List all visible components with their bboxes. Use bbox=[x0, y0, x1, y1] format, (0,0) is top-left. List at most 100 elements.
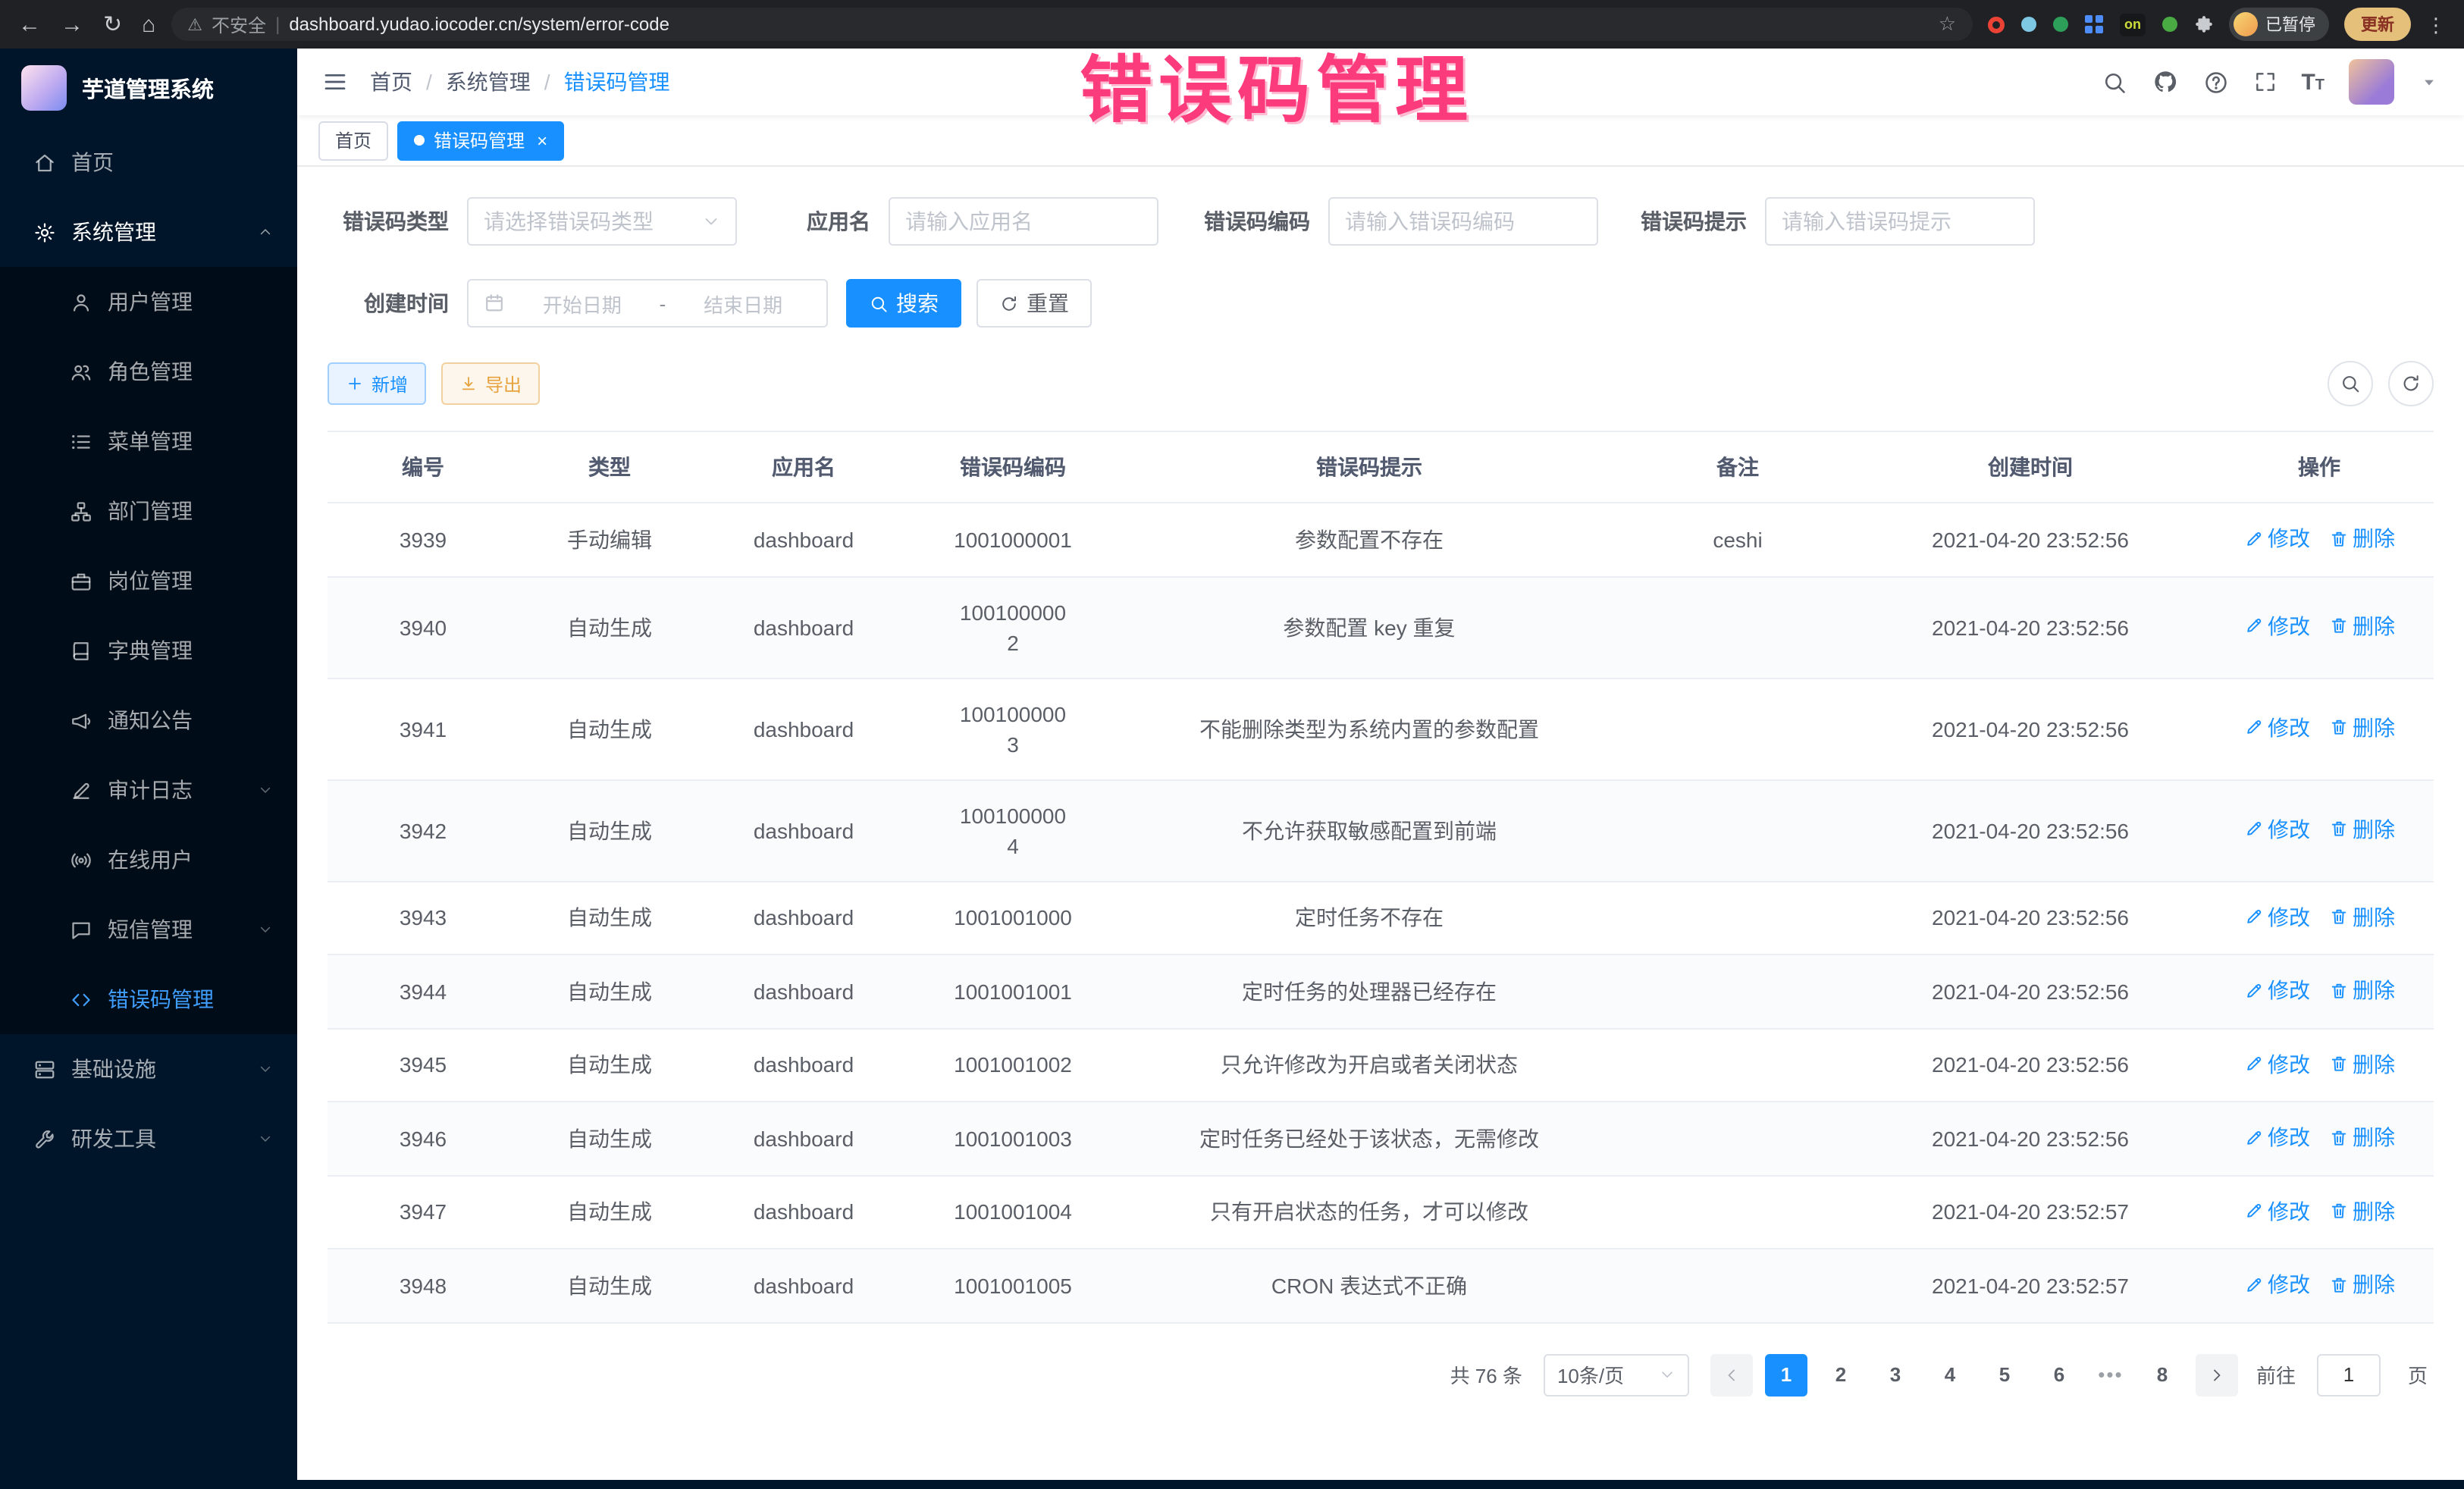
tab-home[interactable]: 首页 bbox=[318, 121, 388, 160]
color-picker-extension-icon[interactable] bbox=[2021, 17, 2036, 32]
page-size-select[interactable]: 10条/页 bbox=[1544, 1353, 1689, 1396]
sidebar-item-dict[interactable]: 字典管理 bbox=[0, 616, 297, 685]
delete-link[interactable]: 删除 bbox=[2328, 814, 2395, 845]
delete-link[interactable]: 删除 bbox=[2328, 1269, 2395, 1299]
security-label: 不安全 bbox=[212, 11, 266, 37]
font-size-icon[interactable]: TT bbox=[2301, 71, 2324, 93]
edit-link[interactable]: 修改 bbox=[2243, 814, 2310, 845]
edit-link[interactable]: 修改 bbox=[2243, 611, 2310, 641]
export-button[interactable]: 导出 bbox=[441, 362, 540, 405]
sidebar-item-role[interactable]: 角色管理 bbox=[0, 337, 297, 406]
edit-link[interactable]: 修改 bbox=[2243, 1196, 2310, 1226]
prev-page-button[interactable] bbox=[1710, 1353, 1753, 1396]
page-button-3[interactable]: 3 bbox=[1874, 1353, 1917, 1396]
cell-time: 2021-04-20 23:52:57 bbox=[1856, 1175, 2205, 1249]
update-button[interactable]: 更新 bbox=[2344, 8, 2411, 41]
sidebar-item-menu[interactable]: 菜单管理 bbox=[0, 406, 297, 476]
delete-link[interactable]: 删除 bbox=[2328, 1122, 2395, 1152]
breadcrumb-item[interactable]: 系统管理 bbox=[446, 67, 531, 97]
delete-link[interactable]: 删除 bbox=[2328, 523, 2395, 553]
github-icon[interactable] bbox=[2151, 68, 2178, 96]
edit-link[interactable]: 修改 bbox=[2243, 901, 2310, 932]
sidebar-item-online-user[interactable]: 在线用户 bbox=[0, 825, 297, 895]
fullscreen-icon[interactable] bbox=[2252, 70, 2277, 94]
delete-link[interactable]: 删除 bbox=[2328, 901, 2395, 932]
edit-link[interactable]: 修改 bbox=[2243, 1049, 2310, 1079]
profile-chip[interactable]: 已暂停 bbox=[2229, 8, 2329, 41]
sidebar-item-home[interactable]: 首页 bbox=[0, 127, 297, 197]
page-button-6[interactable]: 6 bbox=[2038, 1353, 2080, 1396]
error-code-input[interactable] bbox=[1328, 197, 1598, 246]
sidebar-item-infra[interactable]: 基础设施 bbox=[0, 1034, 297, 1104]
next-page-button[interactable] bbox=[2196, 1353, 2238, 1396]
pencil-icon bbox=[2243, 1127, 2263, 1147]
search-icon[interactable] bbox=[2101, 69, 2127, 95]
refresh-table-button[interactable] bbox=[2388, 361, 2434, 406]
delete-link[interactable]: 删除 bbox=[2328, 713, 2395, 743]
error-msg-input[interactable] bbox=[1765, 197, 2035, 246]
user-menu-caret-icon[interactable] bbox=[2419, 71, 2440, 92]
create-time-range-picker[interactable]: 开始日期 - 结束日期 bbox=[467, 279, 828, 328]
add-button[interactable]: 新增 bbox=[328, 362, 426, 405]
cell-remark bbox=[1619, 779, 1856, 881]
octotree-extension-icon[interactable] bbox=[2162, 17, 2177, 32]
edit-link[interactable]: 修改 bbox=[2243, 975, 2310, 1005]
tab-error-code[interactable]: 错误码管理× bbox=[397, 121, 564, 160]
proxy-on-extension-icon[interactable]: on bbox=[2120, 13, 2146, 36]
bookmark-star-icon[interactable]: ☆ bbox=[1939, 12, 1956, 36]
delete-link[interactable]: 删除 bbox=[2328, 1196, 2395, 1226]
table-row: 3941自动生成dashboard100100000 3不能删除类型为系统内置的… bbox=[328, 678, 2434, 779]
sidebar-item-user[interactable]: 用户管理 bbox=[0, 267, 297, 337]
app-logo[interactable]: 芋道管理系统 bbox=[0, 49, 297, 127]
goto-page-input[interactable] bbox=[2317, 1353, 2381, 1396]
sidebar-item-system[interactable]: 系统管理 bbox=[0, 197, 297, 267]
pager-ellipsis[interactable]: ••• bbox=[2093, 1363, 2129, 1386]
sidebar-item-sms[interactable]: 短信管理 bbox=[0, 895, 297, 964]
error-type-select[interactable]: 请选择错误码类型 bbox=[467, 197, 737, 246]
delete-link[interactable]: 删除 bbox=[2328, 975, 2395, 1005]
back-icon[interactable]: ← bbox=[18, 13, 41, 36]
page-button-2[interactable]: 2 bbox=[1820, 1353, 1862, 1396]
browser-menu-icon[interactable]: ⋮ bbox=[2426, 14, 2446, 34]
address-bar[interactable]: ⚠ 不安全 | dashboard.yudao.iocoder.cn/syste… bbox=[171, 8, 1973, 41]
delete-link[interactable]: 删除 bbox=[2328, 611, 2395, 641]
reload-icon[interactable]: ↻ bbox=[103, 13, 122, 36]
green-check-extension-icon[interactable] bbox=[2053, 17, 2068, 32]
edit-link[interactable]: 修改 bbox=[2243, 713, 2310, 743]
edit-label: 修改 bbox=[2268, 1269, 2310, 1299]
edit-link[interactable]: 修改 bbox=[2243, 523, 2310, 553]
breadcrumb-item[interactable]: 错误码管理 bbox=[564, 67, 670, 97]
filter-app-name: 应用名 bbox=[807, 197, 1158, 246]
collapse-sidebar-icon[interactable] bbox=[321, 68, 349, 96]
close-tab-icon[interactable]: × bbox=[537, 131, 547, 149]
cell-time: 2021-04-20 23:52:56 bbox=[1856, 678, 2205, 779]
edit-link[interactable]: 修改 bbox=[2243, 1122, 2310, 1152]
page-button-4[interactable]: 4 bbox=[1929, 1353, 1971, 1396]
search-button[interactable]: 搜索 bbox=[846, 279, 961, 328]
page-button-5[interactable]: 5 bbox=[1983, 1353, 2026, 1396]
sidebar-item-dev-tools[interactable]: 研发工具 bbox=[0, 1104, 297, 1174]
delete-link[interactable]: 删除 bbox=[2328, 1049, 2395, 1079]
sidebar-item-notice[interactable]: 通知公告 bbox=[0, 685, 297, 755]
recorder-extension-icon[interactable] bbox=[1988, 16, 2005, 33]
app-name-input[interactable] bbox=[889, 197, 1158, 246]
help-icon[interactable] bbox=[2202, 69, 2228, 95]
breadcrumb-item[interactable]: 首页 bbox=[370, 67, 412, 97]
sidebar-item-error-code[interactable]: 错误码管理 bbox=[0, 964, 297, 1034]
forward-icon[interactable]: → bbox=[61, 13, 83, 36]
pinned-extension-extension-icon[interactable] bbox=[2194, 14, 2214, 34]
browser-home-icon[interactable]: ⌂ bbox=[142, 13, 155, 36]
user-avatar[interactable] bbox=[2349, 59, 2394, 105]
edit-link[interactable]: 修改 bbox=[2243, 1269, 2310, 1299]
toggle-search-button[interactable] bbox=[2328, 361, 2373, 406]
reset-button[interactable]: 重置 bbox=[977, 279, 1092, 328]
sidebar-item-audit-log[interactable]: 审计日志 bbox=[0, 755, 297, 825]
delete-label: 删除 bbox=[2353, 1122, 2395, 1152]
sidebar-item-label: 在线用户 bbox=[108, 845, 193, 875]
cell-code: 1001001001 bbox=[907, 955, 1119, 1028]
sidebar-item-dept[interactable]: 部门管理 bbox=[0, 476, 297, 546]
page-button-1[interactable]: 1 bbox=[1765, 1353, 1807, 1396]
page-button-8[interactable]: 8 bbox=[2141, 1353, 2183, 1396]
sidebar-item-post[interactable]: 岗位管理 bbox=[0, 546, 297, 616]
apps-grid-extension-icon[interactable] bbox=[2085, 15, 2103, 33]
